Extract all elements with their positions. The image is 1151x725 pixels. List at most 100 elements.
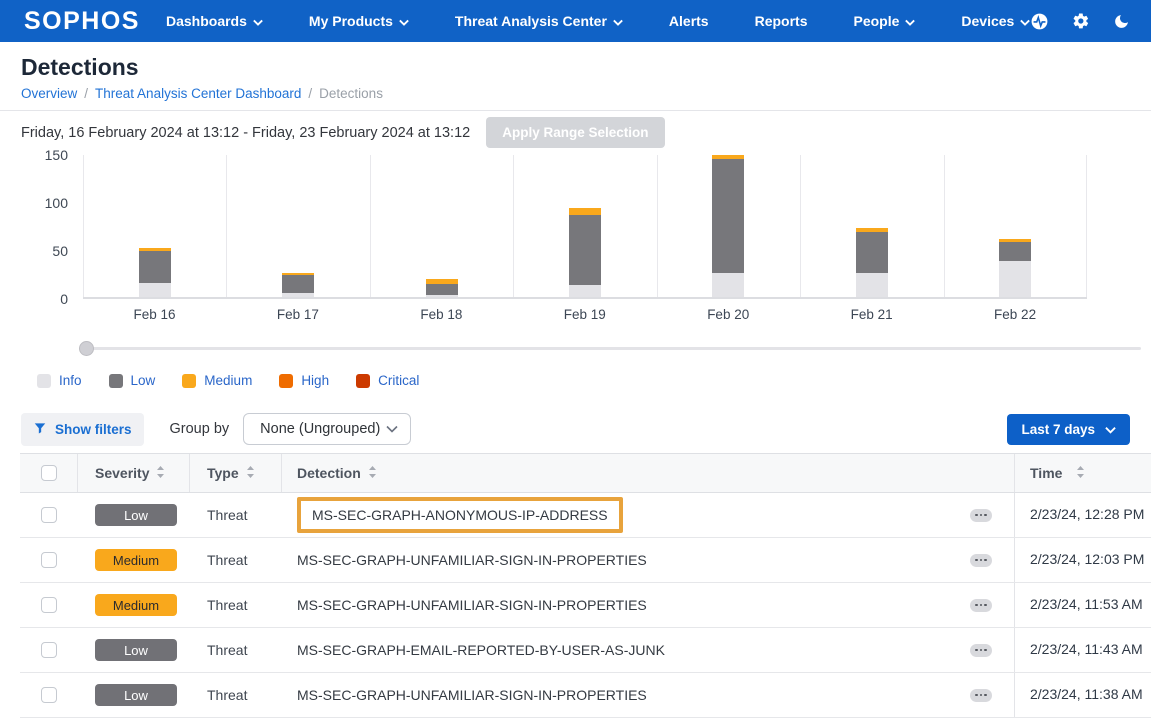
x-axis-tick-label: Feb 20 bbox=[657, 307, 800, 322]
legend-swatch-critical bbox=[356, 374, 370, 388]
table-row[interactable]: Low Threat MS-SEC-GRAPH-ANONYMOUS-IP-ADD… bbox=[20, 493, 1151, 538]
row-checkbox[interactable] bbox=[41, 597, 57, 613]
nav-item-reports[interactable]: Reports bbox=[755, 13, 808, 29]
y-axis-tick-label: 100 bbox=[0, 195, 68, 211]
detection-name: MS-SEC-GRAPH-EMAIL-REPORTED-BY-USER-AS-J… bbox=[297, 642, 665, 658]
severity-badge: Low bbox=[95, 684, 177, 706]
sophos-logo[interactable]: SOPHOS bbox=[24, 7, 140, 36]
stacked-bar-feb-16[interactable] bbox=[139, 248, 171, 297]
nav-item-people[interactable]: People bbox=[854, 13, 916, 29]
group-by-label: Group by bbox=[170, 421, 230, 437]
legend-item-low[interactable]: Low bbox=[109, 373, 156, 388]
sort-arrows-icon bbox=[156, 465, 165, 482]
stacked-bar-feb-22[interactable] bbox=[999, 239, 1031, 297]
chevron-down-icon bbox=[253, 13, 263, 29]
stacked-bar-feb-17[interactable] bbox=[282, 273, 314, 297]
group-by-dropdown[interactable]: None (Ungrouped) bbox=[243, 413, 411, 445]
detection-name: MS-SEC-GRAPH-UNFAMILIAR-SIGN-IN-PROPERTI… bbox=[297, 552, 647, 568]
nav-item-alerts[interactable]: Alerts bbox=[669, 13, 709, 29]
nav-menu: Dashboards My Products Threat Analysis C… bbox=[166, 13, 1030, 29]
bar-segment-low bbox=[139, 251, 171, 283]
sort-arrows-icon bbox=[1076, 465, 1085, 482]
row-checkbox[interactable] bbox=[41, 642, 57, 658]
detection-time: 2/23/24, 11:43 AM bbox=[1030, 641, 1143, 657]
stacked-bar-feb-18[interactable] bbox=[426, 279, 458, 297]
nav-item-my-products[interactable]: My Products bbox=[309, 13, 409, 29]
bar-segment-low bbox=[569, 215, 601, 285]
row-checkbox[interactable] bbox=[41, 507, 57, 523]
bar-segment-info bbox=[999, 261, 1031, 297]
legend-item-info[interactable]: Info bbox=[37, 373, 82, 388]
legend-item-high[interactable]: High bbox=[279, 373, 329, 388]
sort-arrows-icon bbox=[246, 465, 255, 482]
detection-type: Threat bbox=[207, 552, 247, 568]
dark-mode-moon-icon[interactable] bbox=[1112, 12, 1131, 31]
apply-range-selection-button[interactable]: Apply Range Selection bbox=[486, 117, 664, 148]
severity-badge: Medium bbox=[95, 549, 177, 571]
select-all-checkbox[interactable] bbox=[41, 465, 57, 481]
row-actions-ellipsis-button[interactable] bbox=[970, 644, 992, 657]
health-pulse-icon[interactable] bbox=[1030, 12, 1049, 31]
table-row[interactable]: Low Threat MS-SEC-GRAPH-UNFAMILIAR-SIGN-… bbox=[20, 673, 1151, 718]
chart-legend: Info Low Medium High Critical bbox=[0, 373, 1151, 388]
stacked-bar-feb-21[interactable] bbox=[856, 228, 888, 297]
page-header: Detections Overview / Threat Analysis Ce… bbox=[0, 42, 1151, 111]
row-actions-ellipsis-button[interactable] bbox=[970, 599, 992, 612]
bar-segment-info bbox=[282, 293, 314, 297]
chart-gridline bbox=[944, 155, 945, 297]
breadcrumb-tac-dashboard-link[interactable]: Threat Analysis Center Dashboard bbox=[95, 86, 301, 101]
time-range-button[interactable]: Last 7 days bbox=[1007, 414, 1130, 445]
column-header-severity[interactable]: Severity bbox=[78, 454, 190, 492]
stacked-bar-feb-19[interactable] bbox=[569, 208, 601, 297]
detection-type: Threat bbox=[207, 687, 247, 703]
filter-funnel-icon bbox=[33, 421, 47, 438]
bar-segment-info bbox=[856, 273, 888, 297]
bar-segment-info bbox=[712, 273, 744, 297]
row-checkbox[interactable] bbox=[41, 687, 57, 703]
breadcrumb-separator: / bbox=[308, 86, 312, 101]
severity-badge: Medium bbox=[95, 594, 177, 616]
date-range-bar: Friday, 16 February 2024 at 13:12 - Frid… bbox=[0, 111, 1151, 149]
row-checkbox[interactable] bbox=[41, 552, 57, 568]
table-header-row: Severity Type Detection Time bbox=[20, 453, 1151, 493]
detection-type: Threat bbox=[207, 597, 247, 613]
y-axis-tick-label: 150 bbox=[0, 147, 68, 163]
legend-swatch-high bbox=[279, 374, 293, 388]
row-actions-ellipsis-button[interactable] bbox=[970, 509, 992, 522]
x-axis-tick-label: Feb 18 bbox=[370, 307, 513, 322]
chart-plot-area bbox=[83, 155, 1087, 299]
row-actions-ellipsis-button[interactable] bbox=[970, 554, 992, 567]
breadcrumb-overview-link[interactable]: Overview bbox=[21, 86, 77, 101]
table-row[interactable]: Medium Threat MS-SEC-GRAPH-UNFAMILIAR-SI… bbox=[20, 538, 1151, 583]
settings-gear-icon[interactable] bbox=[1071, 12, 1090, 31]
table-row[interactable]: Low Threat MS-SEC-GRAPH-EMAIL-REPORTED-B… bbox=[20, 628, 1151, 673]
stacked-bar-feb-20[interactable] bbox=[712, 155, 744, 297]
chevron-down-icon bbox=[1105, 422, 1116, 437]
bar-segment-low bbox=[999, 242, 1031, 260]
column-header-time[interactable]: Time bbox=[1015, 465, 1151, 482]
show-filters-button[interactable]: Show filters bbox=[21, 413, 144, 446]
detection-name: MS-SEC-GRAPH-UNFAMILIAR-SIGN-IN-PROPERTI… bbox=[297, 687, 647, 703]
severity-badge: Low bbox=[95, 504, 177, 526]
chevron-down-icon bbox=[399, 13, 409, 29]
table-row[interactable]: Medium Threat MS-SEC-GRAPH-UNFAMILIAR-SI… bbox=[20, 583, 1151, 628]
column-header-type[interactable]: Type bbox=[190, 454, 282, 492]
chevron-down-icon bbox=[613, 13, 623, 29]
legend-item-medium[interactable]: Medium bbox=[182, 373, 252, 388]
legend-item-critical[interactable]: Critical bbox=[356, 373, 419, 388]
chart-gridline bbox=[1086, 155, 1087, 297]
y-axis-tick-label: 0 bbox=[0, 291, 68, 307]
nav-item-devices[interactable]: Devices bbox=[961, 13, 1030, 29]
column-header-detection[interactable]: Detection bbox=[282, 465, 970, 482]
x-axis-tick-label: Feb 17 bbox=[226, 307, 369, 322]
detection-type: Threat bbox=[207, 507, 247, 523]
nav-item-dashboards[interactable]: Dashboards bbox=[166, 13, 263, 29]
chevron-down-icon bbox=[1020, 13, 1030, 29]
slider-handle[interactable] bbox=[79, 341, 94, 356]
nav-item-threat-analysis-center[interactable]: Threat Analysis Center bbox=[455, 13, 623, 29]
breadcrumb-separator: / bbox=[84, 86, 88, 101]
chevron-down-icon bbox=[386, 421, 398, 437]
row-actions-ellipsis-button[interactable] bbox=[970, 689, 992, 702]
page-title: Detections bbox=[21, 54, 1130, 81]
chart-range-slider bbox=[0, 341, 1151, 357]
